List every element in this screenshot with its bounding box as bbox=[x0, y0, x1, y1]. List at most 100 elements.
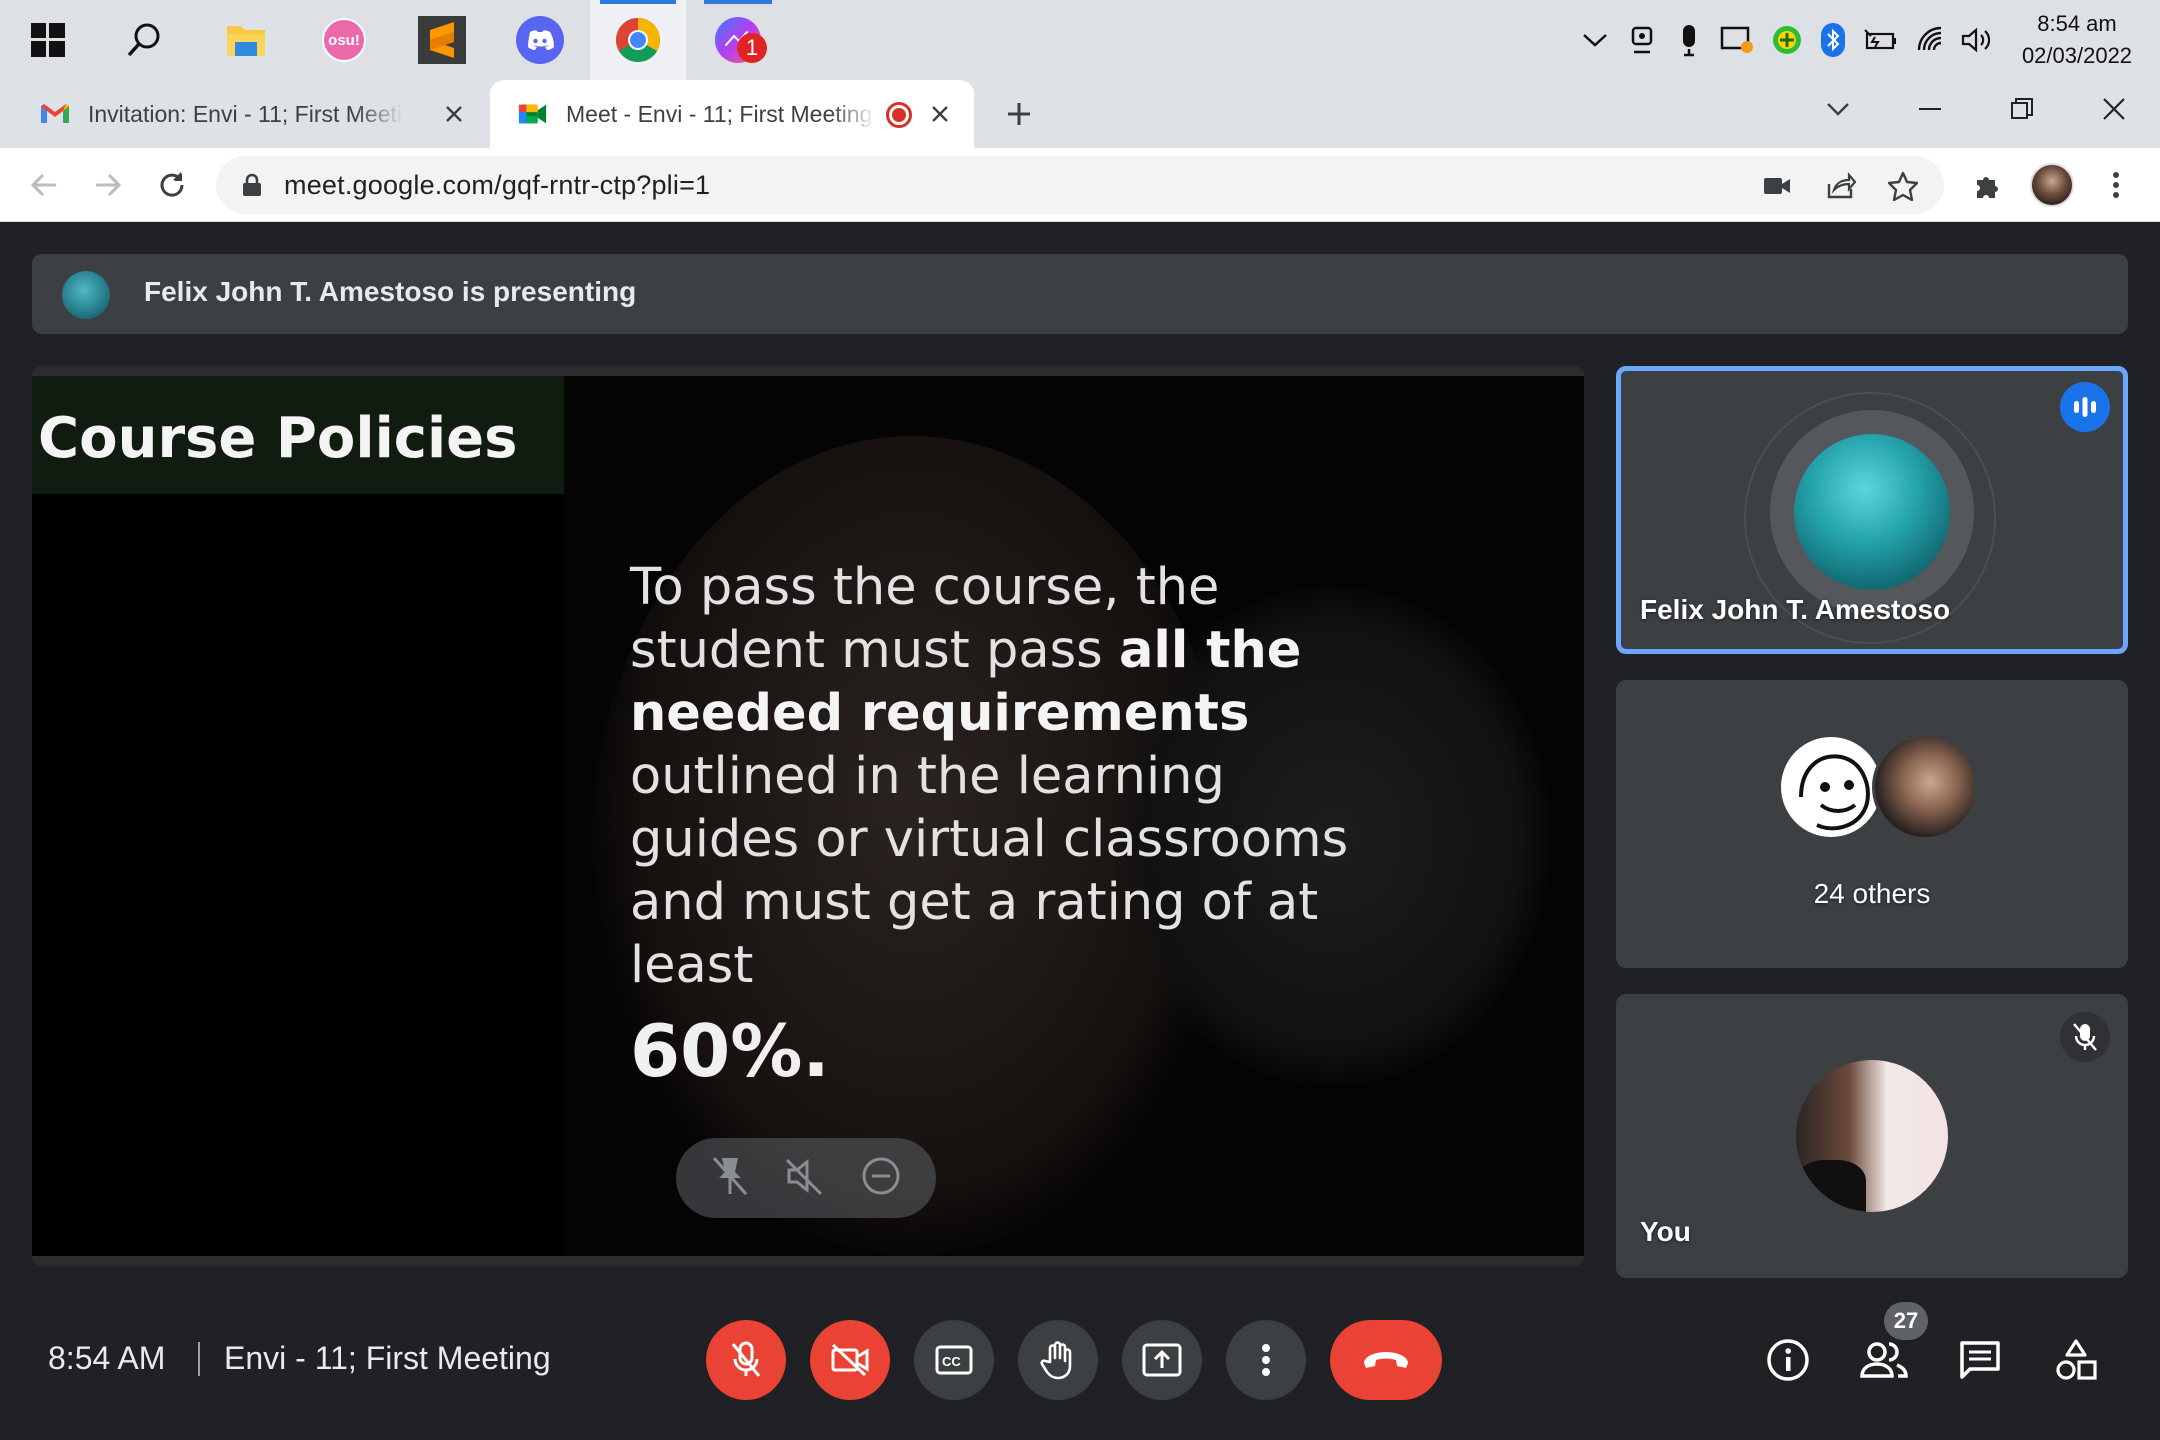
taskbar-messenger[interactable]: 1 bbox=[690, 0, 786, 80]
forward-button[interactable] bbox=[82, 159, 134, 211]
tray-wifi[interactable] bbox=[1908, 0, 1954, 80]
tab-search-button[interactable] bbox=[1792, 80, 1884, 138]
webcam-icon bbox=[1631, 26, 1653, 54]
reload-button[interactable] bbox=[146, 159, 198, 211]
screen-share-icon bbox=[1720, 26, 1753, 53]
tray-volume[interactable] bbox=[1954, 0, 2000, 80]
tray-battery[interactable] bbox=[1858, 0, 1904, 80]
osu-label: osu! bbox=[328, 31, 360, 49]
taskbar-file-explorer[interactable] bbox=[198, 0, 294, 80]
presenting-text: Felix John T. Amestoso is presenting bbox=[144, 276, 637, 307]
leave-call-button[interactable] bbox=[1330, 1320, 1442, 1400]
taskbar-sublime-text[interactable] bbox=[394, 0, 490, 80]
back-button[interactable] bbox=[18, 159, 70, 211]
tray-microphone[interactable] bbox=[1666, 0, 1712, 80]
video-camera-icon bbox=[1764, 178, 1790, 194]
camera-in-use-button[interactable] bbox=[1756, 165, 1798, 207]
taskbar-chrome[interactable] bbox=[590, 0, 686, 80]
search-icon bbox=[127, 23, 160, 57]
meeting-details-button[interactable] bbox=[1758, 1330, 1818, 1390]
avatar bbox=[2030, 163, 2074, 207]
slide-left-panel bbox=[32, 376, 564, 1256]
gmail-icon bbox=[40, 99, 70, 129]
people-button[interactable] bbox=[1854, 1330, 1914, 1390]
closed-captions-icon: CC bbox=[935, 1345, 973, 1375]
tray-project[interactable] bbox=[1714, 0, 1760, 80]
discord-icon bbox=[516, 16, 564, 64]
camera-toggle-button[interactable] bbox=[810, 1320, 890, 1400]
participant-tile-others[interactable]: 24 others bbox=[1616, 680, 2128, 968]
tab-title: Meet - Envi - 11; First Meeting bbox=[566, 100, 873, 127]
activities-button[interactable] bbox=[2046, 1330, 2106, 1390]
raise-hand-button[interactable] bbox=[1018, 1320, 1098, 1400]
messenger-badge: 1 bbox=[737, 33, 767, 63]
sublime-text-icon bbox=[418, 16, 466, 64]
avatar bbox=[1796, 1060, 1948, 1212]
present-now-button[interactable] bbox=[1122, 1320, 1202, 1400]
folder-icon bbox=[227, 26, 265, 56]
battery-charging-icon bbox=[1864, 29, 1896, 50]
browser-toolbar: meet.google.com/gqf-rntr-ctp?pli=1 bbox=[0, 148, 2160, 222]
taskbar-osu[interactable]: osu! bbox=[296, 0, 392, 80]
speaking-indicator-icon bbox=[2060, 382, 2110, 432]
tab-close-button[interactable] bbox=[440, 100, 468, 128]
new-tab-button[interactable] bbox=[990, 80, 1048, 148]
self-label: You bbox=[1640, 1216, 1691, 1247]
chat-button[interactable] bbox=[1950, 1330, 2010, 1390]
unpin-icon bbox=[713, 1156, 748, 1195]
system-clock[interactable]: 8:54 am 02/03/2022 bbox=[2012, 8, 2142, 72]
tray-show-hidden-button[interactable] bbox=[1572, 0, 1618, 80]
pin-button[interactable] bbox=[710, 1154, 750, 1203]
osu-icon: osu! bbox=[322, 18, 366, 62]
participant-name: Felix John T. Amestoso bbox=[1640, 594, 1951, 625]
minimize-button[interactable] bbox=[1884, 80, 1976, 138]
windows-logo-icon bbox=[31, 23, 65, 57]
close-window-button[interactable] bbox=[2068, 80, 2160, 138]
address-bar[interactable]: meet.google.com/gqf-rntr-ctp?pli=1 bbox=[216, 156, 1944, 214]
plus-icon bbox=[1008, 103, 1030, 125]
lock-icon bbox=[243, 173, 261, 196]
close-icon bbox=[932, 106, 948, 122]
microphone-toggle-button[interactable] bbox=[706, 1320, 786, 1400]
windows-start-button[interactable] bbox=[0, 0, 96, 80]
tray-camera[interactable] bbox=[1620, 0, 1666, 80]
tab-meet-active[interactable]: Meet - Envi - 11; First Meeting bbox=[490, 80, 974, 148]
presenter-avatar bbox=[62, 271, 110, 319]
divider bbox=[198, 1342, 200, 1376]
bookmark-star-button[interactable] bbox=[1882, 165, 1924, 207]
recording-indicator-icon bbox=[886, 102, 912, 128]
slide-heading: Course Policies bbox=[38, 406, 518, 471]
profile-avatar-button[interactable] bbox=[2026, 159, 2078, 211]
meeting-title: Envi - 11; First Meeting bbox=[224, 1340, 551, 1376]
mute-presentation-button[interactable] bbox=[783, 1156, 827, 1201]
restore-button[interactable] bbox=[1976, 80, 2068, 138]
tab-close-button[interactable] bbox=[926, 100, 954, 128]
svg-text:CC: CC bbox=[942, 1354, 961, 1369]
extensions-button[interactable] bbox=[1962, 159, 2014, 211]
captions-button[interactable]: CC bbox=[914, 1320, 994, 1400]
more-options-button[interactable] bbox=[1226, 1320, 1306, 1400]
microphone-icon bbox=[1683, 25, 1695, 57]
taskbar-discord[interactable] bbox=[492, 0, 588, 80]
presentation-stage[interactable]: Course Policies To pass the course, the … bbox=[32, 366, 1584, 1266]
muted-indicator-icon bbox=[2060, 1012, 2110, 1062]
tab-gmail-invitation[interactable]: Invitation: Envi - 11; First Meeting bbox=[0, 80, 488, 148]
chrome-menu-button[interactable] bbox=[2090, 159, 2142, 211]
avatar bbox=[1872, 734, 1978, 840]
close-icon bbox=[446, 106, 462, 122]
participant-tile-presenter[interactable]: Felix John T. Amestoso bbox=[1616, 366, 2128, 654]
microphone-off-icon bbox=[731, 1341, 761, 1377]
remove-presentation-button[interactable] bbox=[860, 1155, 902, 1202]
speaker-icon bbox=[1961, 27, 1991, 53]
avatar bbox=[1778, 734, 1884, 840]
participant-tile-self[interactable]: You bbox=[1616, 994, 2128, 1278]
people-icon bbox=[1860, 1342, 1908, 1378]
taskbar-search-button[interactable] bbox=[96, 0, 192, 80]
chevron-up-icon bbox=[1583, 34, 1607, 47]
arrow-left-icon bbox=[30, 173, 56, 197]
tray-bluetooth[interactable] bbox=[1810, 0, 1856, 80]
tray-app-green[interactable] bbox=[1764, 0, 1810, 80]
plus-circle-app-icon bbox=[1773, 26, 1801, 54]
share-button[interactable] bbox=[1820, 165, 1862, 207]
slide-percentage: 60%. bbox=[630, 1009, 830, 1093]
